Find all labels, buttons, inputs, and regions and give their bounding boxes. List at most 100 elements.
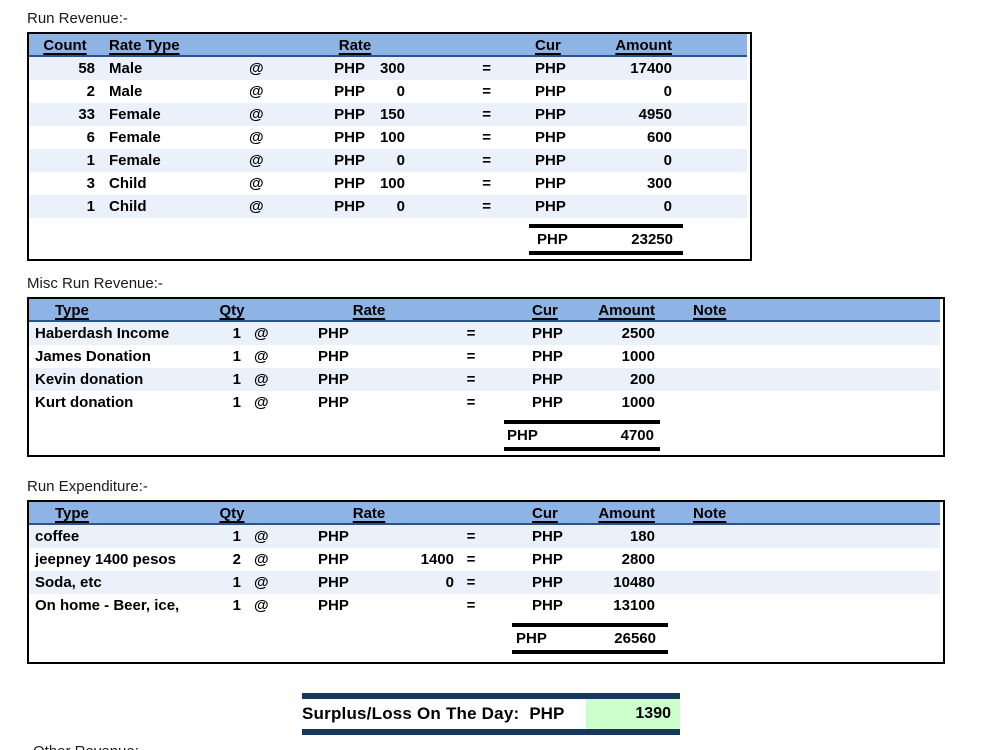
amount-cell: 180 — [565, 525, 665, 548]
currency-cell: PHP — [494, 80, 573, 103]
equals-sign: = — [409, 103, 494, 126]
rate-currency-cell: PHP — [281, 368, 356, 391]
amount-cell: 17400 — [573, 57, 679, 80]
qty-cell: 1 — [219, 322, 245, 345]
amount-cell: 300 — [573, 172, 679, 195]
expenditure-header-row: Type Qty Rate Cur Amount Note — [29, 502, 940, 525]
qty-cell: 1 — [219, 525, 245, 548]
rate-currency-cell: PHP — [281, 345, 356, 368]
header-spacer — [245, 299, 281, 322]
equals-sign: = — [409, 195, 494, 218]
surplus-label: Surplus/Loss On The Day: — [302, 704, 519, 724]
rate-currency-cell: PHP — [301, 172, 369, 195]
header-spacer — [735, 502, 940, 525]
surplus-currency: PHP — [529, 704, 564, 724]
currency-cell: PHP — [485, 391, 565, 414]
equals-sign: = — [457, 594, 485, 617]
currency-cell: PHP — [485, 368, 565, 391]
type-cell: Haberdash Income — [29, 322, 219, 345]
equals-sign: = — [409, 172, 494, 195]
header-spacer — [241, 34, 301, 57]
amount-cell: 4950 — [573, 103, 679, 126]
table-row: Kevin donation 1 @ PHP = PHP 200 — [29, 368, 940, 391]
header-qty: Qty — [219, 502, 245, 525]
surplus-amount-cell[interactable]: 1390 — [586, 699, 680, 729]
rate-currency-cell: PHP — [281, 322, 356, 345]
at-sign: @ — [245, 345, 281, 368]
currency-cell: PHP — [485, 594, 565, 617]
table-row: On home - Beer, ice, 1 @ PHP = PHP 13100 — [29, 594, 940, 617]
amount-cell: 1000 — [565, 345, 665, 368]
total-currency: PHP — [507, 424, 538, 447]
total-amount: 26560 — [614, 627, 656, 650]
header-rate: Rate — [281, 502, 457, 525]
table-row: 58 Male @ PHP 300 = PHP 17400 — [29, 57, 747, 80]
amount-cell: 1000 — [565, 391, 665, 414]
currency-cell: PHP — [494, 103, 573, 126]
at-sign: @ — [241, 57, 301, 80]
misc-revenue-header-row: Type Qty Rate Cur Amount Note — [29, 299, 940, 322]
rate-type-cell: Child — [101, 195, 241, 218]
count-cell: 58 — [29, 57, 101, 80]
rate-currency-cell: PHP — [281, 391, 356, 414]
header-spacer — [245, 502, 281, 525]
rate-type-cell: Female — [101, 126, 241, 149]
rate-value-cell: 150 — [369, 103, 409, 126]
run-expenditure-title: Run Expenditure:- — [27, 478, 983, 495]
equals-sign: = — [409, 126, 494, 149]
rate-value-cell — [356, 594, 457, 617]
run-revenue-title: Run Revenue:- — [27, 10, 983, 27]
misc-revenue-total: PHP 4700 — [504, 420, 660, 451]
rate-value-cell: 0 — [369, 149, 409, 172]
at-sign: @ — [245, 594, 281, 617]
equals-sign: = — [409, 149, 494, 172]
table-row: Soda, etc 1 @ PHP 0 = PHP 10480 — [29, 571, 940, 594]
amount-cell: 600 — [573, 126, 679, 149]
table-row: Haberdash Income 1 @ PHP = PHP 2500 — [29, 322, 940, 345]
expenditure-total: PHP 26560 — [512, 623, 668, 654]
rate-value-cell: 300 — [369, 57, 409, 80]
at-sign: @ — [245, 548, 281, 571]
note-cell — [665, 368, 735, 391]
rate-currency-cell: PHP — [301, 149, 369, 172]
count-cell: 1 — [29, 195, 101, 218]
rate-currency-cell: PHP — [301, 126, 369, 149]
rate-value-cell — [356, 345, 457, 368]
equals-sign: = — [457, 345, 485, 368]
table-row: 2 Male @ PHP 0 = PHP 0 — [29, 80, 747, 103]
rate-value-cell: 100 — [369, 126, 409, 149]
table-row: 33 Female @ PHP 150 = PHP 4950 — [29, 103, 747, 126]
rate-currency-cell: PHP — [281, 525, 356, 548]
type-cell: Kevin donation — [29, 368, 219, 391]
equals-sign: = — [457, 525, 485, 548]
header-rate-type: Rate Type — [101, 34, 241, 57]
currency-cell: PHP — [494, 149, 573, 172]
amount-cell: 10480 — [565, 571, 665, 594]
header-type: Type — [29, 299, 219, 322]
note-cell — [665, 345, 735, 368]
table-row: 1 Female @ PHP 0 = PHP 0 — [29, 149, 747, 172]
header-count: Count — [29, 34, 101, 57]
amount-cell: 0 — [573, 80, 679, 103]
header-note: Note — [665, 502, 735, 525]
at-sign: @ — [241, 80, 301, 103]
table-row: Kurt donation 1 @ PHP = PHP 1000 — [29, 391, 940, 414]
note-cell — [665, 571, 735, 594]
rate-value-cell: 0 — [356, 571, 457, 594]
currency-cell: PHP — [494, 172, 573, 195]
rate-value-cell — [356, 525, 457, 548]
table-row: jeepney 1400 pesos 2 @ PHP 1400 = PHP 28… — [29, 548, 940, 571]
count-cell: 2 — [29, 80, 101, 103]
rate-currency-cell: PHP — [281, 571, 356, 594]
type-cell: On home - Beer, ice, — [29, 594, 219, 617]
rate-type-cell: Male — [101, 80, 241, 103]
total-amount: 23250 — [631, 228, 673, 251]
table-row: 6 Female @ PHP 100 = PHP 600 — [29, 126, 747, 149]
equals-sign: = — [457, 368, 485, 391]
type-cell: coffee — [29, 525, 219, 548]
other-revenue-title-partial: Other Revenue:- — [27, 743, 983, 750]
amount-cell: 0 — [573, 149, 679, 172]
at-sign: @ — [245, 368, 281, 391]
header-qty: Qty — [219, 299, 245, 322]
at-sign: @ — [241, 149, 301, 172]
